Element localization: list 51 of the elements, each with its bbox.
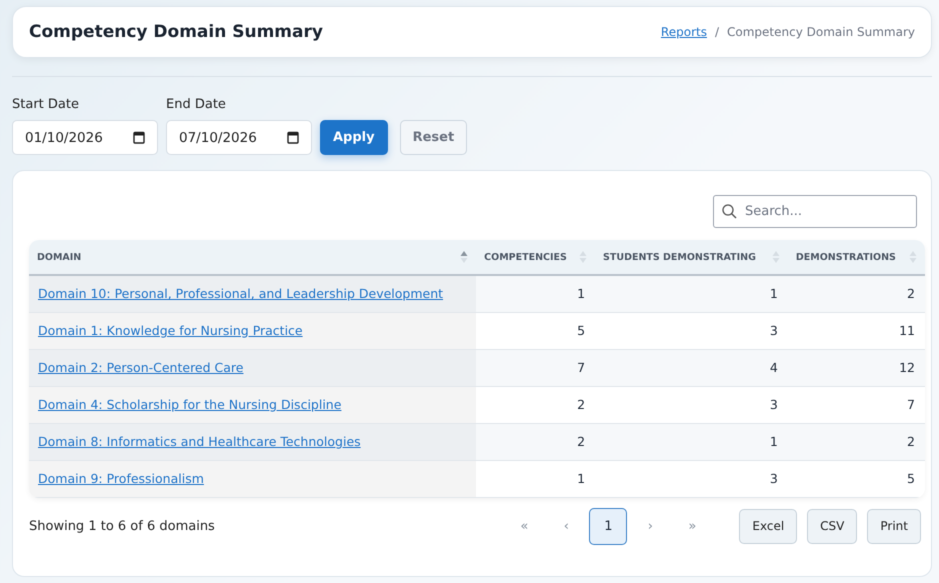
table-cell: 2 bbox=[476, 423, 596, 460]
table-info: Showing 1 to 6 of 6 domains bbox=[29, 518, 216, 534]
table-cell: 12 bbox=[788, 349, 925, 386]
domain-link[interactable]: Domain 9: Professionalism bbox=[38, 471, 204, 486]
search-field[interactable]: Search... bbox=[713, 195, 917, 228]
table-cell: 7 bbox=[476, 349, 596, 386]
breadcrumb-current: Competency Domain Summary bbox=[727, 25, 915, 39]
export-button[interactable]: CSV bbox=[807, 508, 858, 544]
table-cell: 3 bbox=[595, 460, 788, 497]
column-header[interactable]: COMPETENCIES bbox=[476, 240, 596, 275]
table-cell: 1 bbox=[476, 275, 596, 312]
page-button[interactable]: 1 bbox=[589, 508, 628, 544]
table-cell: 7 bbox=[788, 386, 925, 423]
table-cell: 1 bbox=[595, 275, 788, 312]
date-input[interactable]: 01/10/2026 bbox=[12, 120, 158, 155]
table-cell: 11 bbox=[788, 312, 925, 349]
table-cell: 1 bbox=[595, 423, 788, 460]
export-button[interactable]: Print bbox=[867, 508, 921, 544]
date-input[interactable]: 07/10/2026 bbox=[166, 120, 312, 155]
reset-button[interactable]: Reset bbox=[400, 120, 468, 155]
table-cell: 5 bbox=[788, 460, 925, 497]
calendar-icon[interactable] bbox=[133, 131, 145, 144]
domain-link[interactable]: Domain 1: Knowledge for Nursing Practice bbox=[38, 323, 303, 338]
table-cell: 2 bbox=[788, 423, 925, 460]
page-button[interactable]: « bbox=[505, 508, 544, 544]
table-cell: 1 bbox=[476, 460, 596, 497]
table-cell: 3 bbox=[595, 386, 788, 423]
apply-button[interactable]: Apply bbox=[320, 120, 388, 155]
date-label: Start Date bbox=[12, 97, 80, 112]
domain-link[interactable]: Domain 8: Informatics and Healthcare Technologies bbox=[38, 434, 361, 449]
export-button[interactable]: Excel bbox=[739, 508, 798, 544]
table-cell: 3 bbox=[595, 312, 788, 349]
table-cell: 5 bbox=[476, 312, 596, 349]
domain-link[interactable]: Domain 10: Personal, Professional, and Leadership Development bbox=[38, 286, 444, 302]
table-cell: 4 bbox=[595, 349, 788, 386]
page-button[interactable]: › bbox=[631, 508, 670, 544]
page-title: Competency Domain Summary bbox=[29, 22, 323, 42]
calendar-icon[interactable] bbox=[287, 131, 299, 144]
date-label: End Date bbox=[166, 97, 227, 112]
column-header[interactable]: DEMONSTRATIONS bbox=[788, 240, 925, 275]
page-button[interactable]: » bbox=[673, 508, 712, 544]
table-cell: 2 bbox=[788, 275, 925, 312]
table-cell: 2 bbox=[476, 386, 596, 423]
domain-link[interactable]: Domain 4: Scholarship for the Nursing Discipline bbox=[38, 397, 342, 412]
column-header[interactable]: STUDENTS DEMONSTRATING bbox=[595, 240, 788, 275]
domain-link[interactable]: Domain 2: Person-Centered Care bbox=[38, 360, 244, 375]
column-header[interactable]: DOMAIN bbox=[29, 240, 476, 275]
breadcrumb-link[interactable]: Reports bbox=[660, 25, 707, 39]
search-icon bbox=[722, 204, 737, 219]
page-button[interactable]: ‹ bbox=[547, 508, 586, 544]
breadcrumb-separator: / bbox=[714, 25, 719, 39]
